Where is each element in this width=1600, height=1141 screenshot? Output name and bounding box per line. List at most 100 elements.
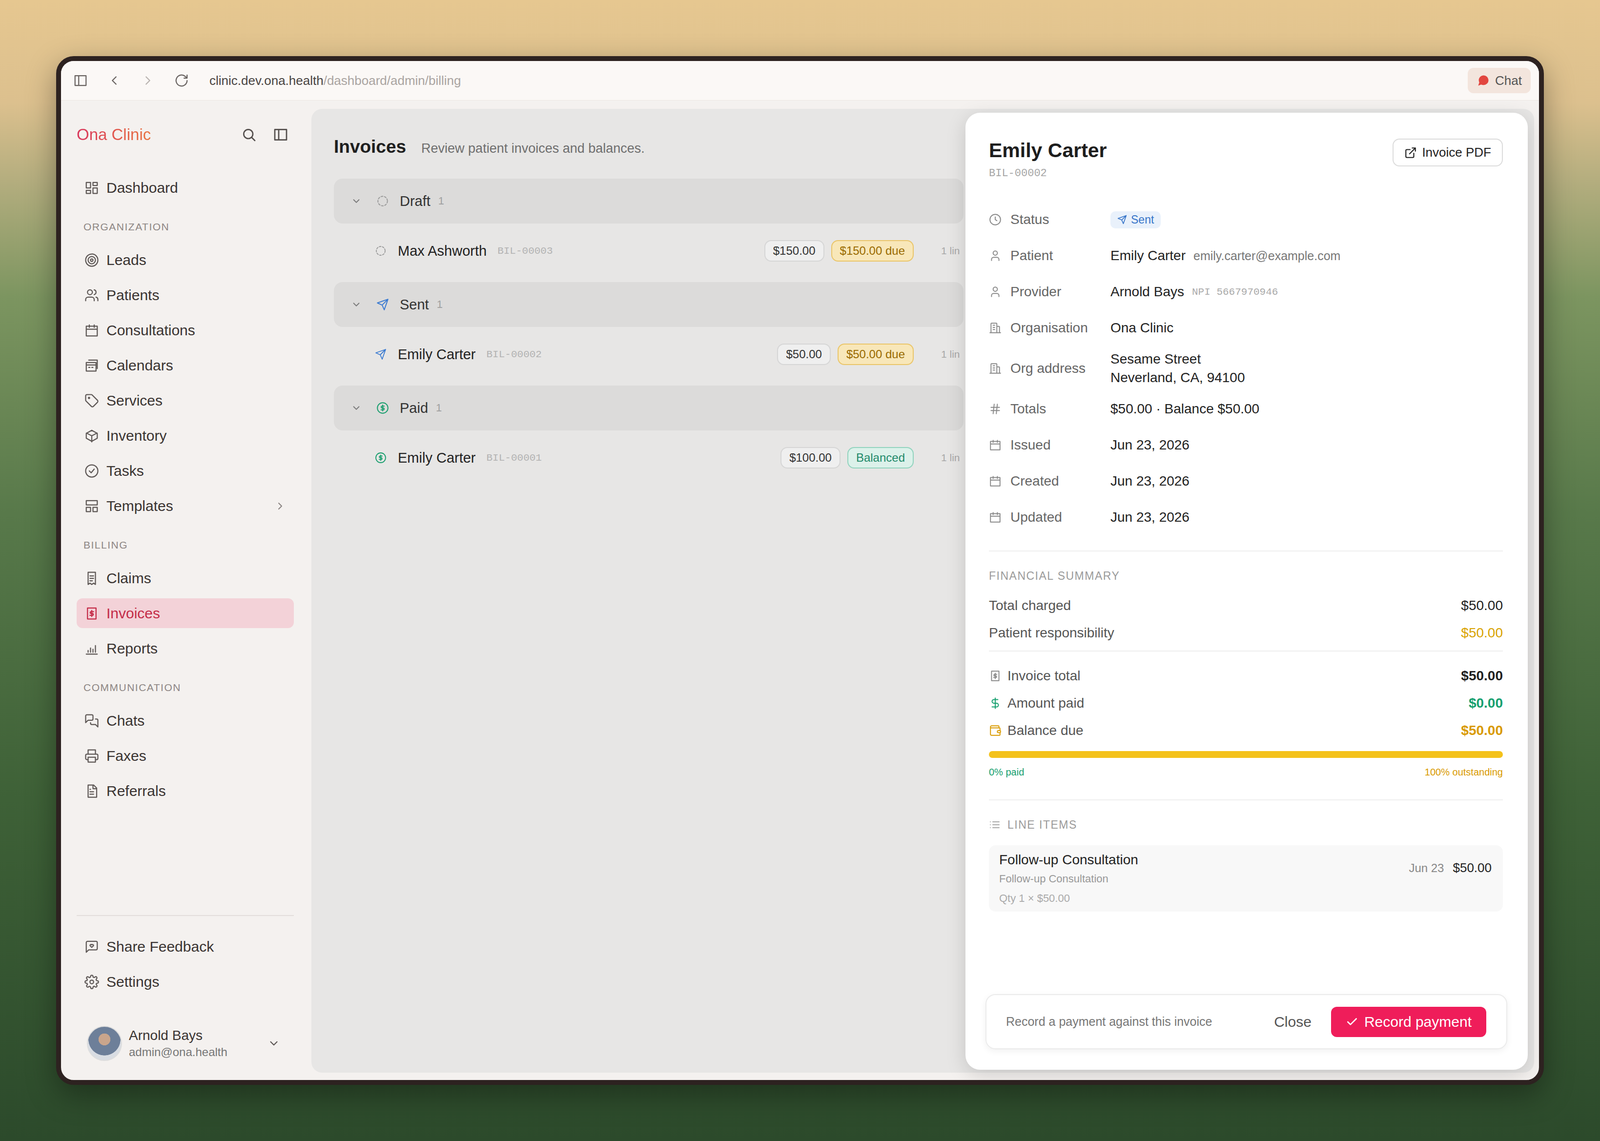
chevron-down-icon — [350, 195, 362, 207]
sidebar-item[interactable]: Inventory — [76, 420, 294, 451]
sidebar-item-label: Services — [106, 392, 163, 410]
page-title: Invoices — [333, 137, 407, 157]
detail-label: Totals — [1010, 401, 1047, 417]
totals: Invoice total$50.00 Amount paid $0.00 Balan… — [988, 662, 1503, 745]
group-label: Sent — [399, 296, 430, 313]
invoice-group: Sent1Emily CarterBIL-00002$50.00$50.00 d… — [333, 282, 964, 382]
chat-button[interactable]: Chat — [1467, 67, 1531, 94]
detail-row: Org address Sesame StreetNeverland, CA, 9… — [988, 349, 1503, 388]
sidebar-item-label: Templates — [106, 497, 174, 515]
invoice-row[interactable]: Emily CarterBIL-00002$50.00$50.00 due1 l… — [333, 327, 964, 382]
group-header[interactable]: Draft1 — [333, 178, 964, 224]
sidebar-item[interactable]: Referrals — [76, 776, 294, 806]
sidebar-item[interactable]: Faxes — [76, 740, 294, 771]
layout-icon — [84, 498, 100, 514]
sidebar-item[interactable]: Leads — [76, 245, 294, 275]
close-button[interactable]: Close — [1264, 1008, 1322, 1036]
drawer-title: Emily Carter — [988, 138, 1108, 163]
sidebar-item[interactable]: Dashboard — [76, 172, 294, 203]
detail-value: Sesame StreetNeverland, CA, 94100 — [1110, 349, 1246, 388]
line-item-description: Follow-up Consultation — [999, 871, 1139, 887]
box-icon — [84, 428, 100, 444]
logo[interactable]: Ona Clinic — [76, 125, 151, 144]
sidebar-item[interactable]: Templates — [76, 491, 294, 521]
detail-row: IssuedJun 23, 2026 — [988, 430, 1503, 460]
collapse-sidebar-icon[interactable] — [272, 126, 289, 143]
sidebar-item[interactable]: Consultations — [76, 315, 294, 346]
detail-label: Provider — [1010, 284, 1062, 300]
page-header: Invoices Review patient invoices and bala… — [333, 137, 964, 157]
browser-toolbar: clinic.dev.ona.health/dashboard/admin/bi… — [61, 61, 1539, 101]
sidebar-item[interactable]: Reports — [76, 633, 294, 664]
sidebar-item[interactable]: Settings — [76, 966, 294, 997]
amount-badge: $150.00 — [764, 240, 825, 262]
sidebar-item[interactable]: Tasks — [76, 455, 294, 486]
invoice-row[interactable]: Max AshworthBIL-00003$150.00$150.00 due1… — [333, 223, 964, 279]
sidebar-item-label: Consultations — [106, 322, 196, 339]
user-info: Arnold Baysadmin@ona.health — [128, 1027, 228, 1060]
progress-labels: 0% paid100% outstanding — [988, 766, 1503, 779]
chat-bubble-icon — [1476, 73, 1491, 88]
calendar-icon — [988, 474, 1002, 488]
divider — [988, 550, 1503, 552]
detail-label: Organisation — [1010, 320, 1088, 336]
reload-icon[interactable] — [174, 73, 189, 88]
search-icon[interactable] — [241, 126, 257, 143]
status-badge: Sent — [1110, 211, 1161, 229]
building-icon — [988, 321, 1002, 335]
group-count: 1 — [435, 401, 442, 415]
sidebar-item[interactable]: Chats — [76, 705, 294, 736]
user-menu[interactable]: Arnold Baysadmin@ona.health — [76, 1021, 294, 1066]
building-icon — [988, 362, 1002, 375]
summary-row: Invoice total$50.00 — [988, 662, 1503, 690]
summary-row: Total charged$50.00 — [988, 592, 1503, 620]
summary-value: $0.00 — [1468, 695, 1503, 712]
address-bar[interactable]: clinic.dev.ona.health/dashboard/admin/bi… — [209, 73, 1449, 89]
invoice-pdf-button[interactable]: Invoice PDF — [1392, 138, 1503, 167]
sidebar-item-label: Chats — [106, 712, 145, 730]
forward-icon[interactable] — [140, 73, 156, 88]
browser-window: clinic.dev.ona.health/dashboard/admin/bi… — [56, 56, 1544, 1086]
summary-label: Invoice total — [988, 668, 1081, 684]
detail-extra: NPI 5667970946 — [1191, 286, 1278, 298]
calendar-icon — [988, 438, 1002, 452]
detail-label: Org address — [1010, 360, 1086, 377]
user-icon — [988, 285, 1002, 299]
detail-label-cell: Patient — [988, 247, 1111, 264]
group-header[interactable]: Paid1 — [333, 385, 964, 431]
detail-row: Totals$50.00 · Balance $50.00 — [988, 394, 1503, 424]
sidebar-item[interactable]: Calendars — [76, 350, 294, 381]
invoice-id: BIL-00002 — [988, 166, 1108, 181]
chevron-down-icon — [267, 1037, 281, 1050]
detail-value: Jun 23, 2026 — [1110, 473, 1190, 490]
sidebar-toggle-icon[interactable] — [73, 73, 88, 88]
sidebar-item[interactable]: Services — [76, 385, 294, 416]
sidebar-item-label: Dashboard — [106, 179, 179, 197]
summary-row: Patient responsibility$50.00 — [988, 619, 1503, 647]
sidebar-item[interactable]: Invoices — [76, 598, 294, 629]
group-header[interactable]: Sent1 — [333, 282, 964, 328]
invoice-row[interactable]: Emily CarterBIL-00001$100.00Balanced1 li… — [333, 430, 964, 486]
sidebar: Ona ClinicDashboardORGANIZATIONLeadsPati… — [61, 100, 309, 1081]
detail-row: CreatedJun 23, 2026 — [988, 467, 1503, 496]
page-subtitle: Review patient invoices and balances. — [421, 141, 645, 157]
sidebar-item-label: Invoices — [106, 605, 161, 622]
chat-label: Chat — [1495, 73, 1522, 89]
summary-label-text: Amount paid — [1007, 695, 1085, 712]
grid-icon — [84, 180, 100, 196]
back-icon[interactable] — [106, 73, 122, 88]
balance-badge: $150.00 due — [831, 240, 914, 262]
list-icon — [988, 819, 1001, 831]
sidebar-item[interactable]: Patients — [76, 280, 294, 310]
sidebar-item[interactable]: Share Feedback — [76, 931, 294, 962]
financial-summary-title: FINANCIAL SUMMARY — [988, 568, 1503, 584]
detail-label-cell: Issued — [988, 437, 1111, 453]
sidebar-item-label: Claims — [106, 570, 152, 587]
invoice-drawer: Emily CarterBIL-00002Invoice PDFStatusSe… — [965, 112, 1528, 1070]
summary-label-text: Balance due — [1007, 722, 1084, 739]
desktop: clinic.dev.ona.health/dashboard/admin/bi… — [0, 0, 1600, 1141]
summary-label-text: Invoice total — [1007, 668, 1081, 684]
sidebar-item-label: Share Feedback — [106, 938, 214, 956]
sidebar-item[interactable]: Claims — [76, 563, 294, 594]
record-payment-button[interactable]: Record payment — [1331, 1006, 1487, 1038]
